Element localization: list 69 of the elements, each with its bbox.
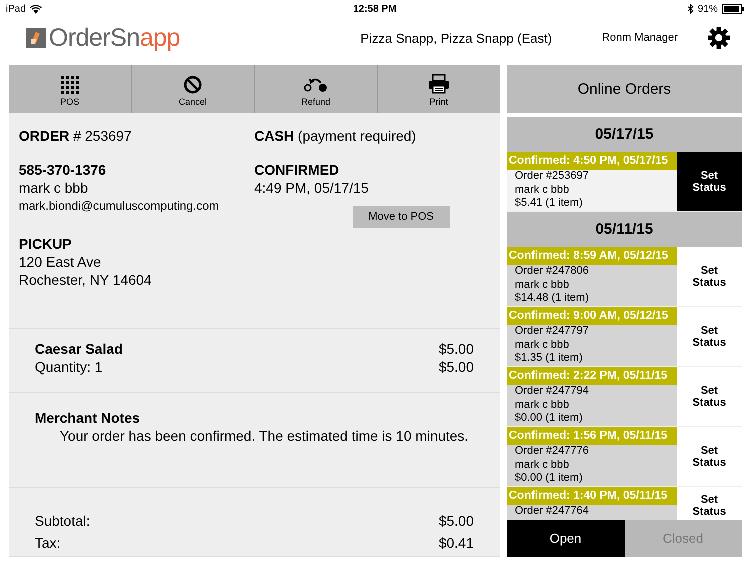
item-total: $5.00 (438, 358, 474, 376)
total-label: Tax: (35, 534, 61, 552)
logo-icon (26, 28, 46, 48)
order-amount: $0.00 (1 item) (515, 472, 584, 486)
order-card[interactable]: Order #247764 (507, 505, 677, 520)
order-number: Order #253697 (515, 170, 590, 184)
notes-text: Your order has been confirmed. The estimated time is 10 minutes. (59, 427, 470, 445)
notes-title: Merchant Notes (35, 409, 142, 427)
customer-name: mark c bbb (515, 338, 570, 352)
bluetooth-icon (688, 4, 694, 14)
grid-icon (61, 76, 79, 94)
logo-text: OrderSnapp (49, 24, 180, 52)
order-card[interactable]: Order #247806 mark c bbb $14.48 (1 item) (507, 265, 677, 306)
payment-method: CASH (payment required) (254, 127, 418, 145)
move-to-pos-button[interactable]: Move to POS (352, 206, 450, 228)
battery-percent: 91% (698, 4, 718, 14)
order-number: Order #247764 (515, 505, 590, 518)
order-status: CONFIRMED (254, 161, 340, 179)
customer-name: mark c bbb (515, 458, 570, 472)
order-number: Order #247776 (515, 445, 590, 458)
status-time: 4:49 PM, 05/17/15 (254, 179, 370, 197)
customer-email: mark.biondi@cumuluscomputing.com (19, 198, 220, 215)
customer-name: mark c bbb (19, 179, 90, 197)
printer-icon (428, 74, 450, 94)
confirmed-label: Confirmed: 4:50 PM, 05/17/15 (507, 152, 677, 170)
cancel-icon (184, 76, 202, 94)
order-amount: $1.35 (1 item) (515, 352, 584, 366)
store-name: Pizza Snapp, Pizza Snapp (East) (360, 30, 552, 46)
order-card[interactable]: Order #247794 mark c bbb $0.00 (1 item) (507, 385, 677, 426)
total-label: Subtotal: (35, 512, 90, 530)
panel-title: Online Orders (507, 65, 742, 113)
order-number: Order #247806 (515, 265, 590, 278)
customer-name: mark c bbb (515, 184, 570, 197)
total-value: $0.41 (438, 534, 474, 552)
order-card[interactable]: Order #247797 mark c bbb $1.35 (1 item) (507, 325, 677, 366)
item-price: $5.00 (438, 340, 474, 358)
confirmed-label: Confirmed: 1:40 PM, 05/11/15 (507, 487, 677, 505)
wifi-icon (30, 4, 42, 14)
order-number: Order #247794 (515, 385, 590, 398)
order-amount: $5.41 (1 item) (515, 197, 584, 210)
set-status-button[interactable]: Set Status (677, 152, 742, 211)
order-amount: $0.00 (1 item) (515, 412, 584, 426)
customer-name: mark c bbb (515, 398, 570, 412)
filter-tab[interactable]: Open (507, 520, 624, 557)
address-line: 120 East Ave (19, 253, 102, 271)
confirmed-label: Confirmed: 1:56 PM, 05/11/15 (507, 427, 677, 445)
user-name[interactable]: Ronm Manager (602, 32, 678, 44)
total-value: $5.00 (438, 512, 474, 530)
item-quantity: Quantity: 1 (35, 358, 103, 376)
status-time: 12:58 PM (353, 4, 397, 14)
address-line: Rochester, NY 14604 (19, 271, 153, 289)
order-number: ORDER # 253697 (19, 127, 133, 145)
settings-icon[interactable] (708, 27, 730, 49)
order-card[interactable]: Order #253697 mark c bbb $5.41 (1 item) (507, 170, 677, 211)
item-name: Caesar Salad (35, 340, 123, 358)
confirmed-label: Confirmed: 2:22 PM, 05/11/15 (507, 367, 677, 385)
battery-icon (722, 4, 744, 14)
order-amount: $14.48 (1 item) (515, 292, 590, 306)
confirmed-label: Confirmed: 9:00 AM, 05/12/15 (507, 307, 677, 325)
order-card[interactable]: Order #247776 mark c bbb $0.00 (1 item) (507, 445, 677, 486)
device-name: iPad (6, 4, 26, 14)
customer-name: mark c bbb (515, 278, 570, 292)
customer-phone: 585-370-1376 (19, 161, 108, 179)
date-header: 05/11/15 (507, 212, 742, 247)
order-number: Order #247797 (515, 325, 590, 338)
refund-icon (304, 76, 328, 94)
order-method: PICKUP (19, 235, 73, 253)
date-header: 05/17/15 (507, 117, 742, 152)
confirmed-label: Confirmed: 8:59 AM, 05/12/15 (507, 247, 677, 265)
